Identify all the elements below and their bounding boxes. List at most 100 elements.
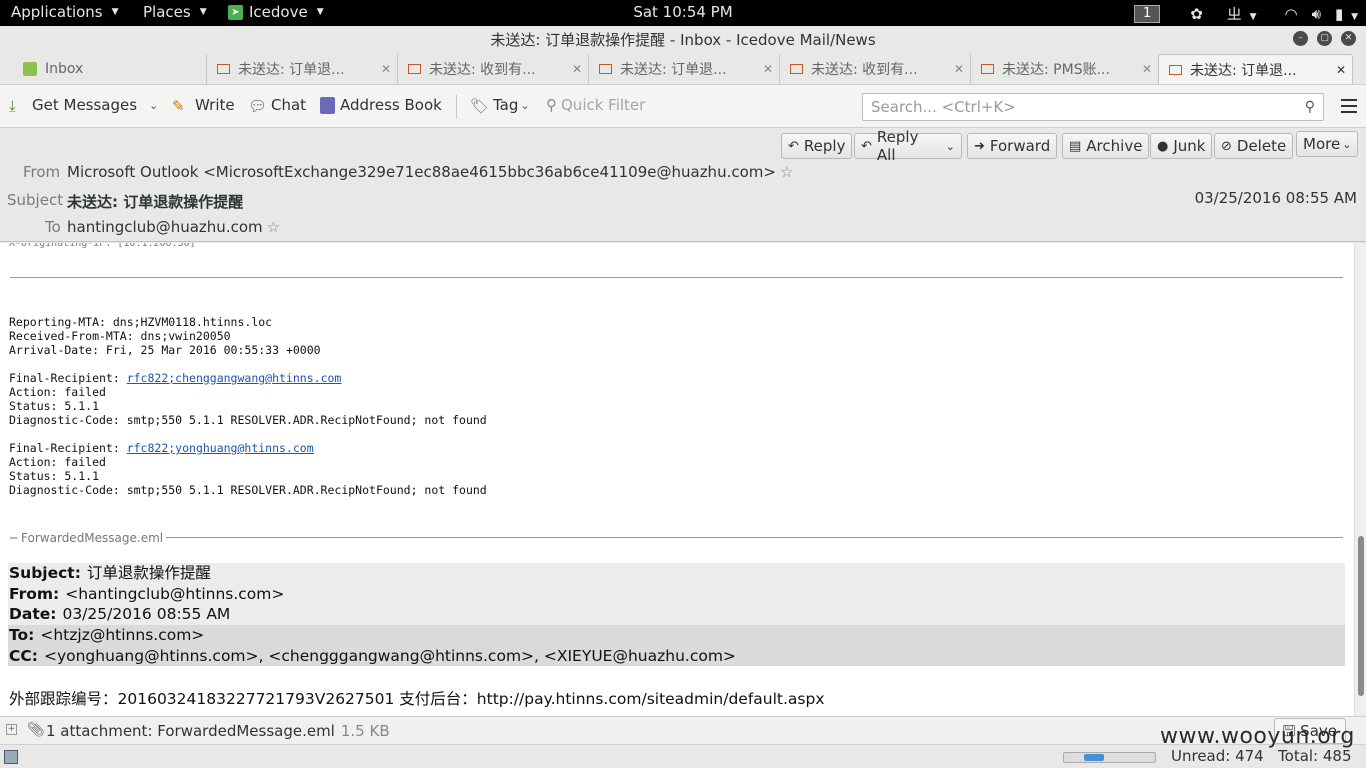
paperclip-icon: 📎︎ — [27, 722, 45, 738]
recipient-link-1[interactable]: rfc822;chenggangwang@htinns.com — [127, 371, 342, 385]
recipient-link-2[interactable]: rfc822;yonghuang@htinns.com — [127, 441, 314, 455]
attachment-size: 1.5 KB — [340, 722, 390, 740]
tag-icon: 🏷︎ — [470, 96, 490, 115]
tag-label: Tag — [493, 96, 519, 114]
chat-button[interactable]: 💬︎ Chat — [248, 96, 307, 115]
message-header: ↶ Reply ↶ Reply All ⌄ ➜ Forward ▤ Archive ● J… — [0, 128, 1366, 242]
online-status-icon[interactable] — [4, 750, 18, 764]
subject-label: Subject — [7, 191, 64, 209]
get-messages-button[interactable]: ⤓ Get Messages ⌄ — [9, 96, 158, 115]
inbox-icon — [23, 62, 37, 76]
fwd-subject-value: 订单退款操作提醒 — [86, 564, 211, 582]
filter-icon: ⚲ — [546, 96, 557, 114]
fwd-date-value: 03/25/2016 08:55 AM — [62, 605, 231, 623]
close-tab-icon[interactable]: ✕ — [954, 62, 964, 76]
tab-message-2[interactable]: 未送达: 收到有... ✕ — [397, 54, 588, 84]
chat-label: Chat — [271, 96, 307, 114]
junk-button[interactable]: ● Junk — [1150, 133, 1213, 159]
system-tray: 1 ✿ ㄓ ▼ ◠ 🔊︎ ▮ ▼ — [1133, 3, 1358, 24]
fwd-date-label: Date: — [9, 605, 57, 623]
tab-message-5[interactable]: 未送达: PMS账... ✕ — [970, 54, 1158, 84]
arrival-date: Arrival-Date: Fri, 25 Mar 2016 00:55:33 … — [9, 343, 321, 357]
from-value[interactable]: Microsoft Outlook <MicrosoftExchange329e… — [67, 163, 793, 181]
attachment-summary[interactable]: 1 attachment: ForwardedMessage.eml 1.5 KB — [46, 722, 390, 740]
attachment-label: 1 attachment: ForwardedMessage.eml — [46, 722, 335, 740]
delete-button[interactable]: ⊘ Delete — [1214, 133, 1294, 159]
tab-message-3[interactable]: 未送达: 订单退... ✕ — [588, 54, 779, 84]
search-icon[interactable]: ⚲ — [1305, 94, 1315, 120]
subject-value: 未送达: 订单退款操作提醒 — [67, 193, 244, 211]
tab-message-1[interactable]: 未送达: 订单退... ✕ — [206, 54, 397, 84]
address-book-label: Address Book — [340, 96, 442, 114]
reply-all-button[interactable]: ↶ Reply All ⌄ — [854, 128, 962, 164]
tag-button[interactable]: 🏷︎ Tag ⌄ — [470, 96, 530, 115]
tab-message-active[interactable]: 未送达: 订单退... ✕ — [1158, 54, 1353, 85]
tab-label: 未送达: 订单退... — [238, 62, 345, 78]
address-book-button[interactable]: Address Book — [320, 96, 442, 114]
chevron-down-icon[interactable]: ⌄ — [946, 140, 955, 153]
tab-inbox[interactable]: Inbox — [13, 54, 206, 84]
final-recipient-1: Final-Recipient: rfc822;chenggangwang@ht… — [9, 371, 341, 385]
more-button[interactable]: More ⌄ — [1296, 131, 1359, 157]
forward-button[interactable]: ➜ Forward — [967, 133, 1058, 159]
pidgin-icon[interactable]: ✿ — [1190, 5, 1203, 23]
archive-button[interactable]: ▤ Archive — [1062, 133, 1150, 159]
pencil-icon: ✎ — [172, 96, 185, 115]
scrollbar-thumb[interactable] — [1358, 536, 1364, 696]
chevron-down-icon[interactable]: ⌄ — [149, 99, 158, 112]
close-tab-icon[interactable]: ✕ — [572, 62, 582, 76]
tab-label: 未送达: 收到有... — [811, 62, 918, 78]
maximize-icon[interactable]: ▢ — [1317, 31, 1332, 46]
workspace-indicator[interactable]: 1 — [1133, 4, 1161, 23]
fwd-from-value: <hantingclub@htinns.com> — [65, 584, 285, 603]
forwarded-message-label: ─ ForwardedMessage.eml — [10, 531, 167, 545]
envelope-icon — [217, 64, 230, 74]
search-input[interactable]: Search... <Ctrl+K> ⚲ — [862, 93, 1324, 121]
close-window-icon[interactable]: ✕ — [1341, 31, 1356, 46]
reply-icon: ↶ — [788, 138, 799, 154]
tab-label: 未送达: PMS账... — [1002, 62, 1110, 78]
body-scrollbar[interactable] — [1354, 243, 1366, 716]
tab-message-4[interactable]: 未送达: 收到有... ✕ — [779, 54, 970, 84]
forwarded-date: Date: 03/25/2016 08:55 AM — [8, 604, 1345, 625]
quick-filter-label: Quick Filter — [561, 96, 646, 114]
final-recipient-prefix: Final-Recipient: — [9, 441, 127, 455]
star-icon[interactable]: ☆ — [780, 163, 793, 181]
diagnostic-2: Diagnostic-Code: smtp;550 5.1.1 RESOLVER… — [9, 483, 487, 497]
to-address[interactable]: hantingclub@huazhu.com — [67, 218, 263, 236]
reply-button[interactable]: ↶ Reply — [781, 133, 853, 159]
tab-label: 未送达: 订单退... — [1190, 63, 1297, 79]
forward-icon: ➜ — [974, 138, 985, 154]
input-method-icon[interactable]: ㄓ ▼ — [1227, 3, 1257, 24]
chat-bubble-icon: 💬︎ — [248, 96, 268, 115]
close-tab-icon[interactable]: ✕ — [1142, 62, 1152, 76]
fwd-cc-value: <yonghuang@htinns.com>, <chengggangwang@… — [43, 646, 736, 665]
download-icon: ⤓ — [9, 96, 16, 115]
message-date: 03/25/2016 08:55 AM — [1194, 189, 1357, 207]
reply-all-label: Reply All — [876, 128, 919, 164]
close-tab-icon[interactable]: ✕ — [1336, 63, 1346, 77]
address-book-icon — [320, 96, 335, 114]
volume-icon[interactable]: 🔊︎ — [1312, 5, 1321, 23]
quick-filter-button[interactable]: ⚲ Quick Filter — [546, 96, 645, 114]
close-tab-icon[interactable]: ✕ — [381, 62, 391, 76]
write-button[interactable]: ✎ Write — [172, 96, 235, 115]
minimize-icon[interactable]: – — [1293, 31, 1308, 46]
close-tab-icon[interactable]: ✕ — [763, 62, 773, 76]
delete-label: Delete — [1236, 137, 1287, 155]
battery-icon[interactable]: ▮ ▼ — [1335, 5, 1358, 23]
wifi-icon[interactable]: ◠ — [1285, 5, 1298, 23]
progress-fill — [1084, 754, 1104, 761]
forwarded-subject: Subject: 订单退款操作提醒 — [8, 563, 1345, 584]
write-label: Write — [195, 96, 235, 114]
to-value[interactable]: hantingclub@huazhu.com ☆ — [67, 218, 280, 236]
expand-icon[interactable]: + — [6, 724, 17, 735]
hamburger-menu-icon[interactable] — [1341, 99, 1357, 117]
star-icon[interactable]: ☆ — [267, 218, 280, 236]
chevron-down-icon: ⌄ — [520, 98, 530, 112]
divider — [10, 277, 1343, 278]
forwarded-cc: CC: <yonghuang@htinns.com>, <chengggangwa… — [8, 645, 1345, 666]
chevron-down-icon: ⌄ — [1342, 137, 1352, 151]
envelope-icon — [408, 64, 421, 74]
from-address[interactable]: Microsoft Outlook <MicrosoftExchange329e… — [67, 163, 776, 181]
